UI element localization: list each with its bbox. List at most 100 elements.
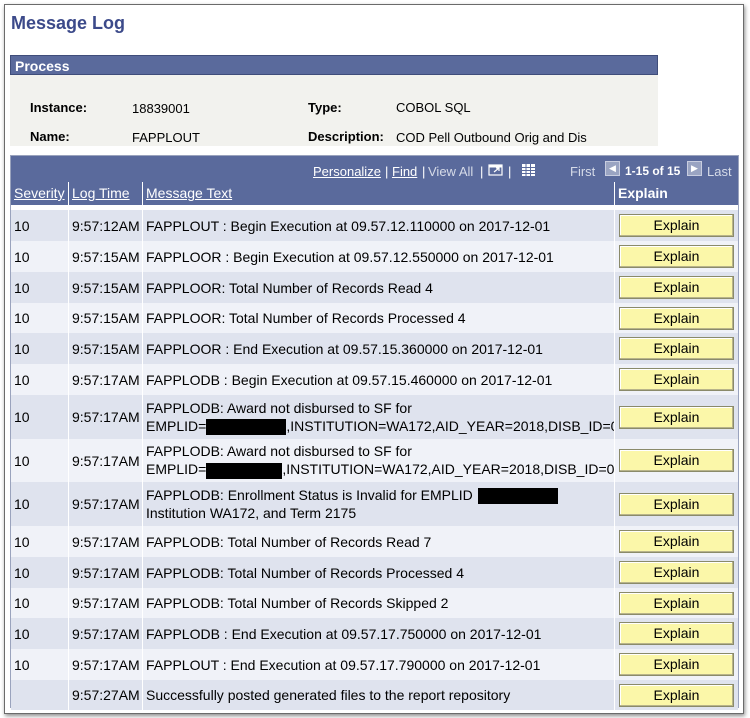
message-line: FAPPLOUT : Begin Execution at 09.57.12.1… bbox=[146, 217, 550, 235]
view-all-link[interactable]: View All bbox=[428, 164, 473, 179]
message-text: FAPPLOUT : Begin Execution at 09.57.12.1… bbox=[146, 217, 551, 234]
process-group-box: Process Instance: 18839001 Type: COBOL S… bbox=[10, 55, 658, 146]
type-label: Type: bbox=[308, 100, 342, 115]
message-text-cell: FAPPLODB: Award not disbursed to SF for E… bbox=[143, 395, 615, 439]
message-text-cell: FAPPLODB: Total Number of Records Proces… bbox=[143, 557, 615, 588]
last-label[interactable]: Last bbox=[707, 164, 732, 179]
redacted-emplid bbox=[477, 488, 558, 505]
message-log-grid: Personalize | Find | View All | | First … bbox=[10, 155, 739, 710]
severity-column-header[interactable]: Severity bbox=[11, 182, 69, 205]
page-title: Message Log bbox=[11, 13, 126, 33]
message-line: FAPPLODB : End Execution at 09.57.17.750… bbox=[146, 625, 541, 643]
log-time-cell: 9:57:12AM bbox=[69, 210, 143, 241]
explain-button[interactable]: Explain bbox=[619, 337, 734, 360]
instance-label: Instance: bbox=[30, 100, 88, 115]
message-line: FAPPLOOR : End Execution at 09.57.15.360… bbox=[146, 340, 543, 358]
explain-button[interactable]: Explain bbox=[619, 245, 734, 268]
previous-arrow-icon[interactable]: ◀ bbox=[605, 161, 620, 176]
message-text-cell: FAPPLOUT : Begin Execution at 09.57.12.1… bbox=[143, 210, 615, 241]
table-row: 10 9:57:15AM FAPPLOOR: Total Number of Rec… bbox=[11, 303, 738, 333]
next-arrow-icon[interactable]: ▶ bbox=[687, 161, 702, 176]
log-time-cell: 9:57:15AM bbox=[69, 303, 143, 333]
message-text: FAPPLODB: Enrollment Status is Invalid f… bbox=[146, 486, 473, 503]
nav-separator: | bbox=[385, 164, 389, 179]
message-text: EMPLID= bbox=[146, 461, 207, 478]
severity-cell bbox=[11, 680, 69, 710]
message-line: FAPPLODB: Total Number of Records Proces… bbox=[146, 564, 464, 582]
type-value: COBOL SQL bbox=[396, 100, 471, 115]
severity-cell: 10 bbox=[11, 272, 69, 303]
message-text-cell: FAPPLOUT : End Execution at 09.57.17.790… bbox=[143, 649, 615, 680]
explain-button[interactable]: Explain bbox=[619, 493, 734, 516]
severity-cell: 10 bbox=[11, 333, 69, 364]
message-line: FAPPLODB: Award not disbursed to SF for bbox=[146, 442, 614, 460]
message-text-cell: FAPPLOOR : Begin Execution at 09.57.12.5… bbox=[143, 241, 615, 272]
log-time-cell: 9:57:17AM bbox=[69, 439, 143, 482]
severity-cell: 10 bbox=[11, 482, 69, 526]
explain-button[interactable]: Explain bbox=[619, 653, 734, 676]
explain-button[interactable]: Explain bbox=[619, 406, 734, 429]
message-text: ,INSTITUTION=WA172,AID_YEAR=2018,DISB_ID… bbox=[282, 461, 615, 478]
message-text: EMPLID= bbox=[146, 417, 207, 434]
explain-button[interactable]: Explain bbox=[619, 276, 734, 299]
explain-button[interactable]: Explain bbox=[619, 307, 734, 330]
severity-cell: 10 bbox=[11, 210, 69, 241]
name-label: Name: bbox=[30, 129, 70, 144]
table-row: 10 9:57:17AM FAPPLOUT : End Execution at 0… bbox=[11, 649, 738, 680]
severity-cell: 10 bbox=[11, 364, 69, 395]
message-text-cell: Successfully posted generated files to t… bbox=[143, 680, 615, 710]
explain-button[interactable]: Explain bbox=[619, 214, 734, 237]
severity-cell: 10 bbox=[11, 588, 69, 618]
message-text-column-header[interactable]: Message Text bbox=[143, 182, 615, 205]
find-link[interactable]: Find bbox=[392, 164, 417, 179]
table-row: 10 9:57:12AM FAPPLOUT : Begin Execution at… bbox=[11, 210, 738, 241]
message-line: FAPPLOUT : End Execution at 09.57.17.790… bbox=[146, 656, 540, 674]
explain-button[interactable]: Explain bbox=[619, 449, 734, 472]
log-time-cell: 9:57:15AM bbox=[69, 333, 143, 364]
explain-button[interactable]: Explain bbox=[619, 530, 734, 553]
table-row: 10 9:57:17AM FAPPLODB : End Execution at 0… bbox=[11, 618, 738, 649]
message-line: FAPPLOOR : Begin Execution at 09.57.12.5… bbox=[146, 248, 554, 266]
table-row: 10 9:57:17AM FAPPLODB: Award not disbursed… bbox=[11, 439, 738, 482]
name-value: FAPPLOUT bbox=[132, 130, 200, 145]
log-time-cell: 9:57:17AM bbox=[69, 588, 143, 618]
description-label: Description: bbox=[308, 129, 384, 144]
download-spreadsheet-icon[interactable] bbox=[520, 162, 537, 177]
severity-cell: 10 bbox=[11, 241, 69, 272]
message-text-cell: FAPPLODB: Total Number of Records Read 7 bbox=[143, 526, 615, 557]
new-window-icon[interactable] bbox=[487, 162, 504, 177]
severity-cell: 10 bbox=[11, 649, 69, 680]
first-label[interactable]: First bbox=[570, 164, 595, 179]
log-time-cell: 9:57:17AM bbox=[69, 618, 143, 649]
log-time-cell: 9:57:17AM bbox=[69, 557, 143, 588]
description-value: COD Pell Outbound Orig and Dis bbox=[396, 130, 587, 145]
message-text: FAPPLODB : Begin Execution at 09.57.15.4… bbox=[146, 371, 553, 388]
log-time-cell: 9:57:15AM bbox=[69, 241, 143, 272]
table-row: 10 9:57:17AM FAPPLODB: Enrollment Status i… bbox=[11, 482, 738, 526]
message-line: FAPPLOOR: Total Number of Records Read 4 bbox=[146, 279, 433, 297]
explain-button[interactable]: Explain bbox=[619, 622, 734, 645]
table-row: 10 9:57:15AM FAPPLOOR: Total Number of Rec… bbox=[11, 272, 738, 303]
message-line: FAPPLOOR: Total Number of Records Proces… bbox=[146, 309, 466, 327]
severity-cell: 10 bbox=[11, 439, 69, 482]
nav-separator: | bbox=[422, 164, 426, 179]
redacted-emplid bbox=[206, 419, 287, 436]
message-text: FAPPLODB: Total Number of Records Skippe… bbox=[146, 595, 449, 611]
explain-button[interactable]: Explain bbox=[619, 561, 734, 584]
log-time-cell: 9:57:17AM bbox=[69, 526, 143, 557]
explain-column-header: Explain bbox=[615, 182, 738, 205]
log-time-cell: 9:57:15AM bbox=[69, 272, 143, 303]
table-row: 10 9:57:15AM FAPPLOOR : Begin Execution at… bbox=[11, 241, 738, 272]
explain-button[interactable]: Explain bbox=[619, 368, 734, 391]
explain-button[interactable]: Explain bbox=[619, 592, 734, 615]
explain-button[interactable]: Explain bbox=[619, 684, 734, 707]
nav-separator: | bbox=[480, 164, 484, 179]
table-row: 10 9:57:17AM FAPPLODB: Total Number of Rec… bbox=[11, 588, 738, 618]
log-time-column-header[interactable]: Log Time bbox=[69, 182, 143, 205]
personalize-link[interactable]: Personalize bbox=[313, 164, 381, 179]
message-line: EMPLID= ,INSTITUTION=WA172,AID_YEAR=2018,… bbox=[146, 417, 614, 436]
severity-cell: 10 bbox=[11, 526, 69, 557]
message-text-cell: FAPPLODB : Begin Execution at 09.57.15.4… bbox=[143, 364, 615, 395]
table-row: 9:57:27AM Successfully posted generated f… bbox=[11, 680, 738, 710]
message-text: Successfully posted generated files to t… bbox=[146, 687, 511, 703]
